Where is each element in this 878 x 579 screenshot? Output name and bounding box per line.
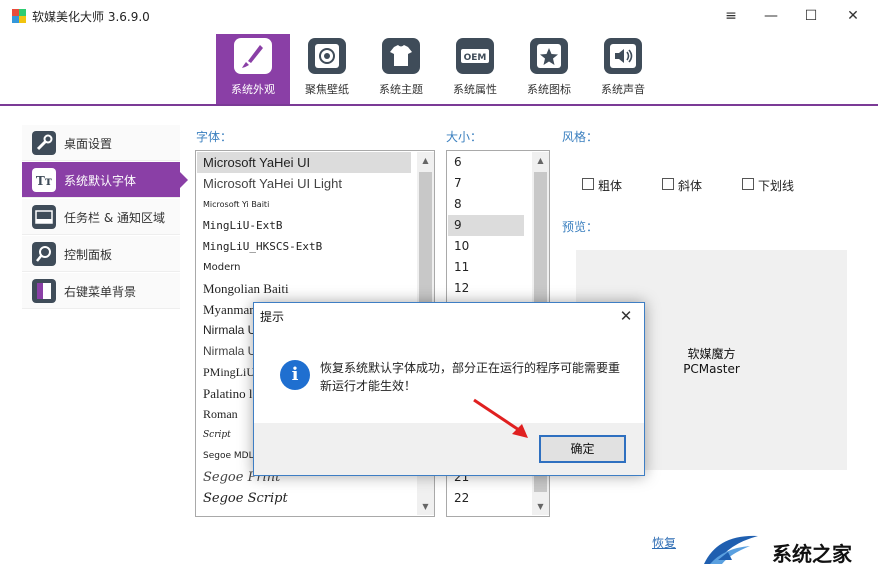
checkbox-label: 粗体 (598, 179, 623, 193)
watermark-logo-icon (704, 535, 758, 564)
ok-button[interactable]: 确定 (539, 435, 626, 463)
app-logo-icon (12, 9, 26, 23)
size-list-item[interactable]: 11 (448, 257, 524, 278)
tab-system-icons[interactable]: 系统图标 (512, 34, 586, 104)
font-list-item[interactable]: Microsoft Yi Baiti (197, 194, 411, 215)
oem-text: OEM (464, 53, 487, 63)
size-list-item[interactable]: 12 (448, 278, 524, 299)
window-title: 软媒美化大师 3.6.9.0 (32, 10, 150, 24)
font-list-item[interactable]: Microsoft YaHei UI (197, 152, 411, 173)
red-arrow-icon (473, 398, 528, 438)
font-icon: Tт (32, 168, 56, 192)
title-bar: 软媒美化大师 3.6.9.0 ≡ — ☐ ✕ (0, 0, 878, 32)
tab-label: 系统主题 (379, 83, 423, 96)
checkbox-box[interactable] (662, 178, 674, 190)
tab-label: 系统声音 (601, 83, 645, 96)
scroll-thumb[interactable] (419, 172, 432, 322)
taskbar-icon (32, 205, 56, 229)
sidebar-item-label: 任务栏 & 通知区域 (64, 211, 165, 225)
size-list-item[interactable]: 8 (448, 194, 524, 215)
size-list-item[interactable]: 22 (448, 488, 524, 509)
checkbox-box[interactable] (742, 178, 754, 190)
size-list-item[interactable]: 6 (448, 152, 524, 173)
font-label: 字体： (196, 130, 233, 144)
size-label: 大小： (446, 130, 483, 144)
watermark: 系统之家 (690, 524, 878, 579)
dialog-message: 恢复系统默认字体成功，部分正在运行的程序可能需要重新运行才能生效！ (320, 361, 621, 393)
dialog-footer: 确定 (254, 423, 644, 475)
dialog-close-icon[interactable]: ✕ (612, 304, 640, 328)
sidebar: 桌面设置 Tт 系统默认字体 任务栏 & 通知区域 控制面板 右键菜单背景 (22, 125, 188, 315)
checkbox-label: 下划线 (758, 179, 795, 193)
font-list-item[interactable]: Mongolian Baiti (197, 278, 411, 299)
minimize-button[interactable]: — (752, 0, 790, 32)
brush-icon (234, 38, 272, 74)
menu-icon[interactable]: ≡ (712, 0, 750, 32)
font-list-item[interactable]: MingLiU-ExtB (197, 215, 411, 236)
checkbox-label: 斜体 (678, 179, 703, 193)
preview-label: 预览： (562, 220, 599, 234)
info-dialog: 提示 ✕ i 恢复系统默认字体成功，部分正在运行的程序可能需要重新运行才能生效！… (253, 302, 645, 476)
magnifier-icon (32, 242, 56, 266)
top-nav: 系统外观 聚焦壁纸 系统主题 OEM 系统属性 系统图标 系统声音 (0, 32, 878, 106)
info-icon: i (280, 360, 310, 390)
wrench-icon (32, 131, 56, 155)
sidebar-item-label: 控制面板 (64, 248, 113, 262)
tab-label: 聚焦壁纸 (305, 83, 349, 96)
scroll-down-icon[interactable]: ▼ (417, 498, 434, 515)
tab-label: 系统外观 (231, 83, 275, 96)
size-list-item[interactable]: 9 (448, 215, 524, 236)
sidebar-item-control-panel[interactable]: 控制面板 (22, 236, 180, 272)
dialog-title: 提示 (260, 310, 285, 324)
star-icon (530, 38, 568, 74)
size-list-item[interactable]: 10 (448, 236, 524, 257)
tab-system-properties[interactable]: OEM 系统属性 (438, 34, 512, 104)
watermark-text: 系统之家 (772, 542, 852, 566)
restore-link[interactable]: 恢复 (652, 534, 676, 551)
style-label: 风格： (562, 130, 599, 144)
tab-label: 系统属性 (453, 83, 497, 96)
tab-focus-wallpaper[interactable]: 聚焦壁纸 (290, 34, 364, 104)
font-list-item[interactable]: Microsoft YaHei UI Light (197, 173, 411, 194)
tshirt-icon (382, 38, 420, 74)
font-list-item[interactable]: Modern (197, 257, 411, 278)
svg-text:Tт: Tт (36, 174, 52, 188)
scroll-up-icon[interactable]: ▲ (532, 152, 549, 169)
sidebar-item-label: 系统默认字体 (64, 174, 137, 188)
checkbox-box[interactable] (582, 178, 594, 190)
sidebar-item-desktop[interactable]: 桌面设置 (22, 125, 180, 161)
font-list-item[interactable]: Segoe Script (197, 488, 411, 509)
tab-system-theme[interactable]: 系统主题 (364, 34, 438, 104)
scroll-down-icon[interactable]: ▼ (532, 498, 549, 515)
oem-icon: OEM (456, 38, 494, 74)
maximize-button[interactable]: ☐ (792, 0, 830, 32)
sidebar-item-context-menu-bg[interactable]: 右键菜单背景 (22, 273, 180, 309)
speaker-icon (604, 38, 642, 74)
tab-label: 系统图标 (527, 83, 571, 96)
sidebar-item-default-font[interactable]: Tт 系统默认字体 (22, 162, 188, 198)
scroll-up-icon[interactable]: ▲ (417, 152, 434, 169)
tab-system-appearance[interactable]: 系统外观 (216, 34, 290, 104)
tab-system-sound[interactable]: 系统声音 (586, 34, 660, 104)
font-list-item[interactable]: MingLiU_HKSCS-ExtB (197, 236, 411, 257)
close-button[interactable]: ✕ (834, 0, 872, 32)
size-list-item[interactable]: 7 (448, 173, 524, 194)
sidebar-item-label: 右键菜单背景 (64, 285, 137, 299)
focus-icon (308, 38, 346, 74)
sidebar-item-label: 桌面设置 (64, 137, 113, 151)
menu-bg-icon (32, 279, 56, 303)
sidebar-item-taskbar[interactable]: 任务栏 & 通知区域 (22, 199, 180, 235)
